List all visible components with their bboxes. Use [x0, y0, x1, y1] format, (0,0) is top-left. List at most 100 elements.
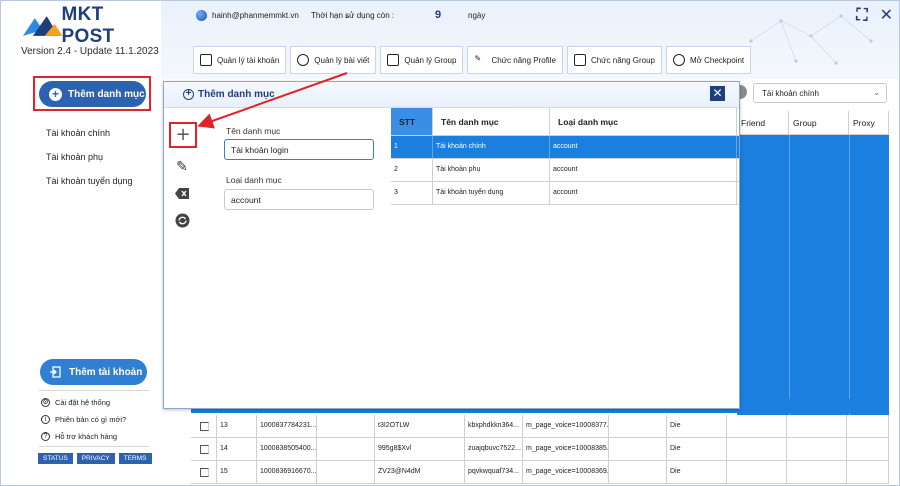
category-select-value: Tài khoản chính	[762, 89, 819, 98]
dialog-title-text: Thêm danh mục	[198, 89, 275, 100]
name-label: Tên danh mục	[226, 126, 281, 136]
login-icon	[50, 366, 61, 378]
cell-empty	[727, 461, 787, 483]
cell-empty	[609, 438, 667, 460]
cell-page: m_page_voice=10008385...	[523, 438, 609, 460]
tab-label: Quản lý tài khoản	[217, 55, 280, 65]
cell-name: Tài khoản phụ	[433, 159, 550, 181]
cell-empty	[317, 438, 375, 460]
column-header[interactable]: Proxy	[849, 111, 889, 135]
tab-group-functions[interactable]: Chức năng Group	[566, 46, 662, 74]
header: hainh@phanmemmkt.vn ⌄ Thời hạn sử dụng c…	[161, 1, 899, 79]
dialog-title: + Thêm danh mục	[183, 89, 275, 100]
calendar-icon	[573, 54, 586, 66]
category-select[interactable]: Tài khoản chính ⌄	[753, 83, 887, 103]
tab-accounts[interactable]: Quản lý tài khoản	[193, 46, 287, 74]
cell-empty	[727, 415, 787, 437]
close-icon[interactable]: ✕	[710, 86, 725, 101]
cell-code: pqvkwquaf734...	[465, 461, 523, 483]
cell-empty	[787, 415, 847, 437]
add-account-button[interactable]: Thêm tài khoản	[40, 359, 147, 385]
table-row[interactable]: ✓ 13 1000837784231... t3I2OTLW kbxphdkkn…	[191, 415, 889, 438]
cell-stt: 1	[391, 136, 433, 158]
table-row[interactable]: 3 Tài khoản tuyển dụng account	[391, 182, 739, 205]
category-type-input[interactable]: account	[224, 189, 374, 210]
support-label: Hỗ trợ khách hàng	[55, 432, 118, 441]
settings-link[interactable]: ⚙ Cài đặt hệ thống	[41, 398, 110, 407]
maximize-icon[interactable]: ⛶	[856, 5, 867, 25]
category-item[interactable]: Tài khoản chính	[46, 128, 133, 152]
user-icon	[673, 54, 685, 66]
cell-empty	[317, 461, 375, 483]
table-row[interactable]: 2 Tài khoản phụ account	[391, 159, 739, 182]
support-link[interactable]: ? Hỗ trợ khách hàng	[41, 432, 117, 441]
cell-page: m_page_voice=10008369...	[523, 461, 609, 483]
selected-rows-area[interactable]	[737, 135, 889, 415]
column-header[interactable]: Tên danh mục	[433, 108, 550, 135]
help-icon: ?	[41, 432, 50, 441]
category-table: STT Tên danh mục Loại danh mục 1 Tài kho…	[391, 108, 739, 205]
terms-badge[interactable]: TERMS	[118, 453, 152, 464]
cell-stt: 15	[217, 461, 257, 483]
cell-uid: 1000837784231...	[257, 415, 317, 437]
version-label: Version 2.4 - Update 11.1.2023	[21, 46, 159, 57]
sidebar: MKT POST Version 2.4 - Update 11.1.2023 …	[1, 1, 161, 485]
cell-empty	[787, 438, 847, 460]
column-header[interactable]: STT	[391, 108, 433, 135]
add-category-dialog: + Thêm danh mục ✕ + ✎ Tên danh mục Tài k…	[163, 81, 740, 409]
app-window: MKT POST Version 2.4 - Update 11.1.2023 …	[0, 0, 900, 486]
category-name-input[interactable]: Tài khoản login	[224, 139, 374, 160]
grid-line	[849, 135, 850, 415]
category-item[interactable]: Tài khoản phụ	[46, 152, 133, 176]
list-icon	[387, 54, 400, 66]
checkbox[interactable]: ✓	[200, 422, 209, 431]
cell-empty	[847, 438, 889, 460]
tab-label: Chức năng Profile	[491, 55, 556, 65]
cell-empty	[317, 415, 375, 437]
expiry-label: Thời hạn sử dụng còn :	[311, 11, 395, 20]
checkbox[interactable]: ✓	[200, 468, 209, 477]
tab-groups[interactable]: Quản lý Group	[380, 46, 464, 74]
tab-profile[interactable]: ✎ Chức năng Profile	[467, 46, 563, 74]
cell-status: Die	[667, 438, 727, 460]
delete-icon[interactable]	[172, 185, 192, 205]
expiry-value: 9	[435, 9, 442, 21]
close-icon[interactable]: ✕	[880, 5, 893, 25]
status-badge[interactable]: STATUS	[38, 453, 73, 464]
expiry-unit: ngày	[468, 11, 486, 20]
avatar	[196, 10, 207, 21]
divider	[39, 446, 149, 447]
cell-type: account	[550, 136, 737, 158]
cell-type: account	[550, 159, 737, 181]
checkbox[interactable]: ✓	[200, 445, 209, 454]
logo-icon	[22, 16, 63, 36]
column-header[interactable]: Friend	[737, 111, 789, 135]
refresh-icon[interactable]	[172, 213, 192, 233]
edit-icon[interactable]: ✎	[172, 157, 192, 177]
privacy-badge[interactable]: PRIVACY	[76, 453, 115, 464]
tab-label: Quản lý Group	[404, 55, 457, 65]
column-header[interactable]: Loại danh mục	[550, 108, 737, 135]
tab-posts[interactable]: Quản lý bài viết	[290, 46, 377, 74]
cell-empty	[609, 415, 667, 437]
cell-type: account	[550, 182, 737, 204]
cell-name: Tài khoản tuyển dụng	[433, 182, 550, 204]
pencil-icon: ✎	[474, 54, 482, 63]
tab-checkpoint[interactable]: Mở Checkpoint	[666, 46, 752, 74]
cell-page: m_page_voice=10008377...	[523, 415, 609, 437]
column-header[interactable]: Group	[789, 111, 849, 135]
chevron-down-icon: ⌄	[873, 88, 880, 97]
cell-stt: 14	[217, 438, 257, 460]
cell-status: Die	[667, 461, 727, 483]
wrench-icon	[200, 54, 212, 66]
settings-label: Cài đặt hệ thống	[55, 398, 111, 407]
table-row[interactable]: ✓ 15 1000836916670... ZV23@N4dM pqvkwqua…	[191, 461, 889, 484]
cell-empty	[787, 461, 847, 483]
add-account-label: Thêm tài khoản	[69, 366, 143, 378]
category-item[interactable]: Tài khoản tuyển dụng	[46, 176, 133, 200]
table-row[interactable]: ✓ 14 1000838505400... 995g8$Xvl zuajqbuv…	[191, 438, 889, 461]
table-row[interactable]: 1 Tài khoản chính account	[391, 136, 739, 159]
add-icon[interactable]: +	[169, 122, 197, 148]
cell-code: zuajqbuvc7522...	[465, 438, 523, 460]
whats-new-link[interactable]: i Phiên bản có gì mới?	[41, 415, 126, 424]
